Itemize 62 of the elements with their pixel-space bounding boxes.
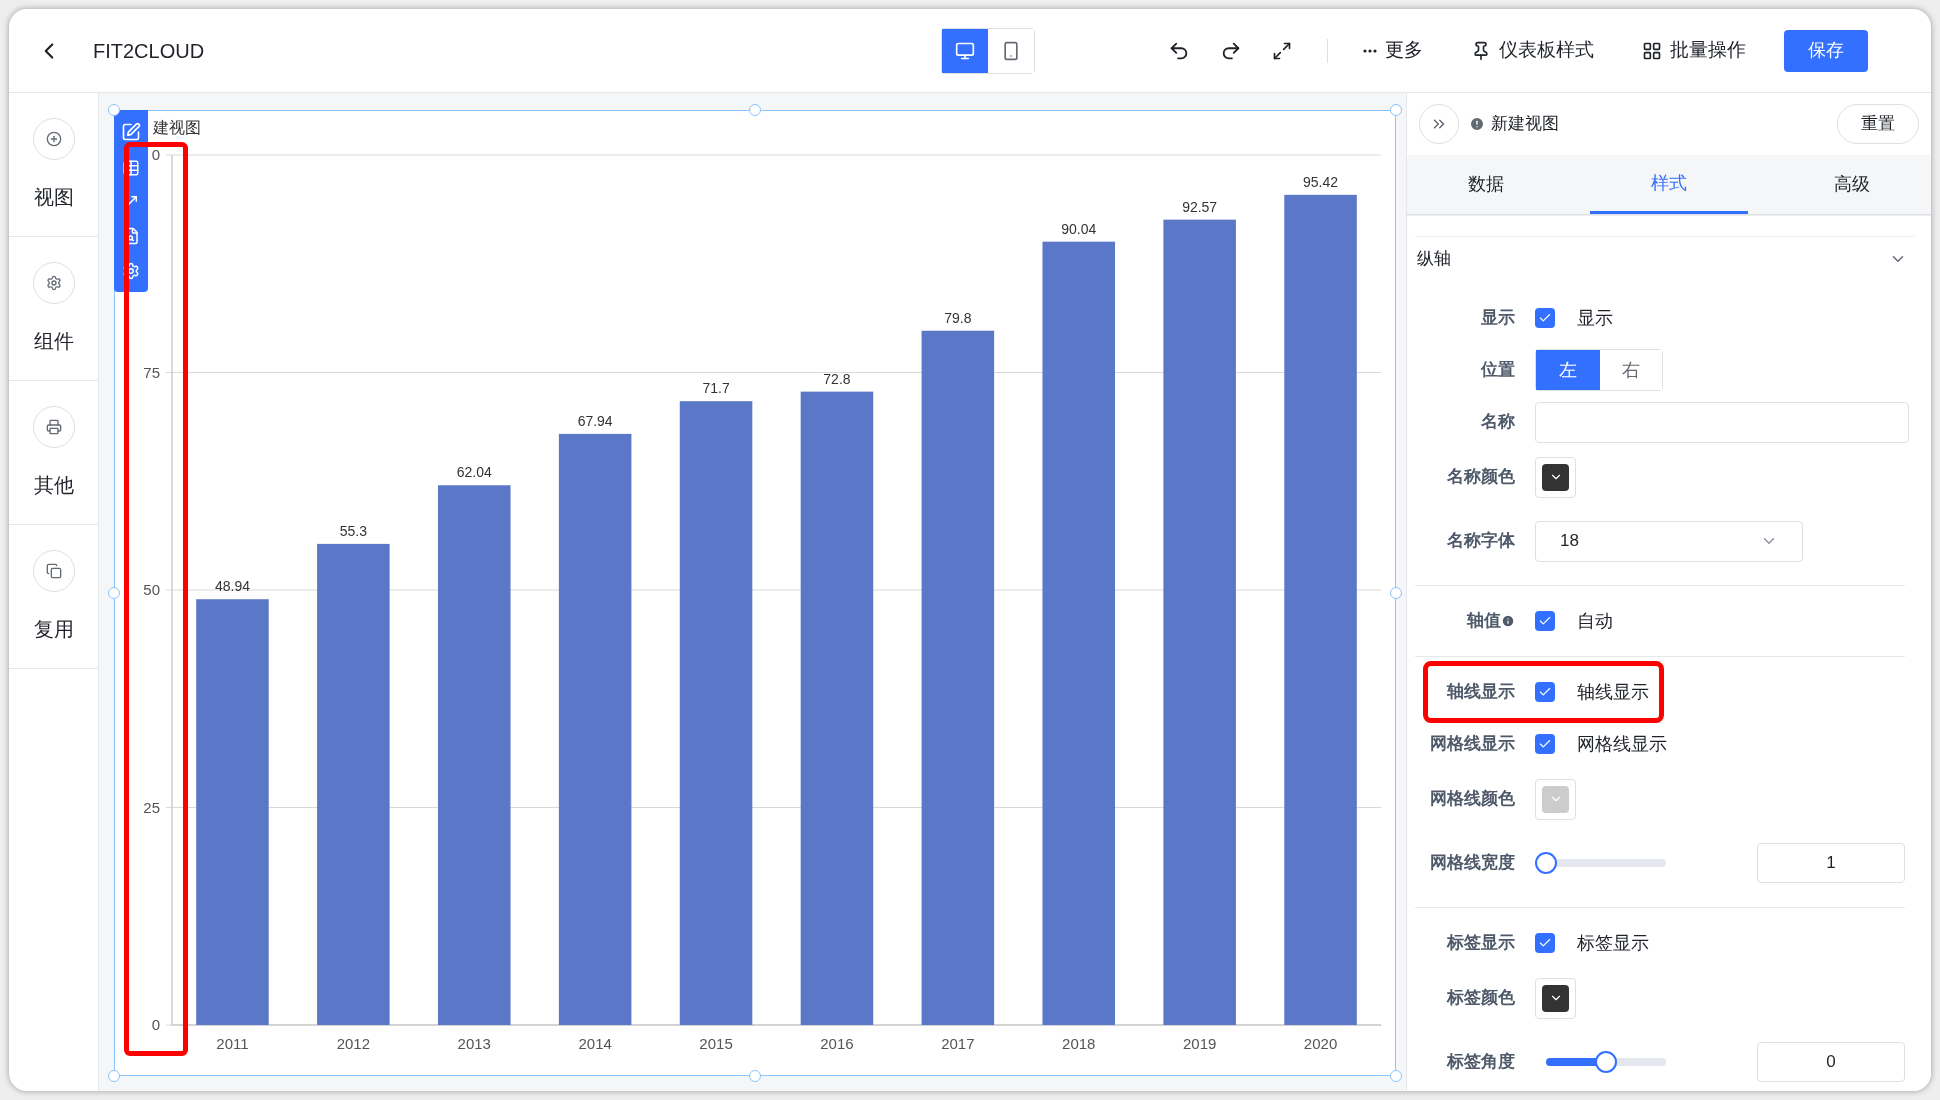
data-label: 67.94 <box>577 412 613 429</box>
field-label: 标签显示 <box>1447 932 1515 955</box>
sidebar-item[interactable]: 其他 <box>9 381 98 525</box>
axis-label: 2013 <box>457 1035 491 1052</box>
field-label: 名称 <box>1481 411 1515 434</box>
toolbar-button[interactable]: 更多 <box>1363 36 1424 65</box>
axis-label: 2015 <box>699 1035 733 1052</box>
axis-label: 2014 <box>578 1035 612 1052</box>
checkbox-label[interactable]: 显示 <box>1535 304 1613 332</box>
app-title: FIT2CLOUD <box>93 38 205 64</box>
axis-label: 2012 <box>336 1035 371 1052</box>
checkbox-label[interactable]: 网格线显示 <box>1535 730 1667 758</box>
data-label: 72.8 <box>823 370 851 387</box>
number-input[interactable]: 1 <box>1757 843 1905 883</box>
axis-label: 2020 <box>1303 1035 1338 1052</box>
number-input[interactable]: 0 <box>1757 1042 1905 1082</box>
field-label: 轴值 <box>1467 610 1501 633</box>
data-label: 71.7 <box>702 380 730 397</box>
axis-label: 50 <box>143 581 160 598</box>
field-label: 位置 <box>1481 359 1515 382</box>
tab[interactable]: 高级 <box>1772 155 1931 214</box>
axis-label: 0 <box>151 1016 160 1033</box>
data-label: 62.04 <box>456 464 492 481</box>
position-option[interactable]: 左 <box>1536 350 1600 390</box>
panel-title: 新建视图 <box>1491 113 1559 136</box>
sidebar-item[interactable]: 复用 <box>9 525 98 669</box>
axis-label: 2011 <box>216 1035 249 1052</box>
toolbar-button[interactable]: 仪表板样式 <box>1471 36 1595 65</box>
checkbox-label[interactable]: 自动 <box>1535 607 1613 635</box>
data-label: 90.04 <box>1061 220 1097 237</box>
field-label: 网格线宽度 <box>1430 852 1515 875</box>
axis-label: 75 <box>143 363 160 381</box>
field-label: 标签颜色 <box>1447 987 1515 1010</box>
axis-label: 2017 <box>941 1035 975 1052</box>
field-label: 网格线显示 <box>1430 733 1515 756</box>
toolbar-button[interactable]: 批量操作 <box>1642 36 1747 65</box>
field-label: 名称颜色 <box>1447 466 1515 489</box>
axis-label: 25 <box>143 798 160 816</box>
font-size-select[interactable]: 18 <box>1535 520 1803 562</box>
data-label: 95.42 <box>1303 173 1339 190</box>
axis-label: 2019 <box>1182 1035 1217 1052</box>
data-label: 92.57 <box>1182 198 1218 215</box>
section-title: 纵轴 <box>1417 247 1451 270</box>
axis-label: 2016 <box>820 1035 854 1052</box>
field-label: 名称字体 <box>1447 530 1515 553</box>
field-label: 显示 <box>1481 307 1515 330</box>
chart-title: 建视图 <box>153 119 201 136</box>
tab[interactable]: 数据 <box>1407 155 1566 214</box>
save-button[interactable]: 保存 <box>1784 29 1869 72</box>
sidebar-item[interactable]: 组件 <box>9 237 98 381</box>
data-label: 55.3 <box>339 522 367 539</box>
axis-label: 0 <box>151 146 160 163</box>
sidebar-item[interactable]: 视图 <box>9 93 98 237</box>
tab[interactable]: 样式 <box>1589 155 1749 214</box>
field-label: 网格线颜色 <box>1430 788 1515 811</box>
axis-label: 2018 <box>1062 1035 1096 1052</box>
field-label: 标签角度 <box>1447 1051 1515 1074</box>
data-label: 79.8 <box>944 309 972 326</box>
data-label: 48.94 <box>214 578 250 595</box>
field-label: 轴线显示 <box>1447 681 1515 704</box>
checkbox-label[interactable]: 标签显示 <box>1535 929 1649 957</box>
checkbox-label[interactable]: 轴线显示 <box>1535 678 1649 706</box>
